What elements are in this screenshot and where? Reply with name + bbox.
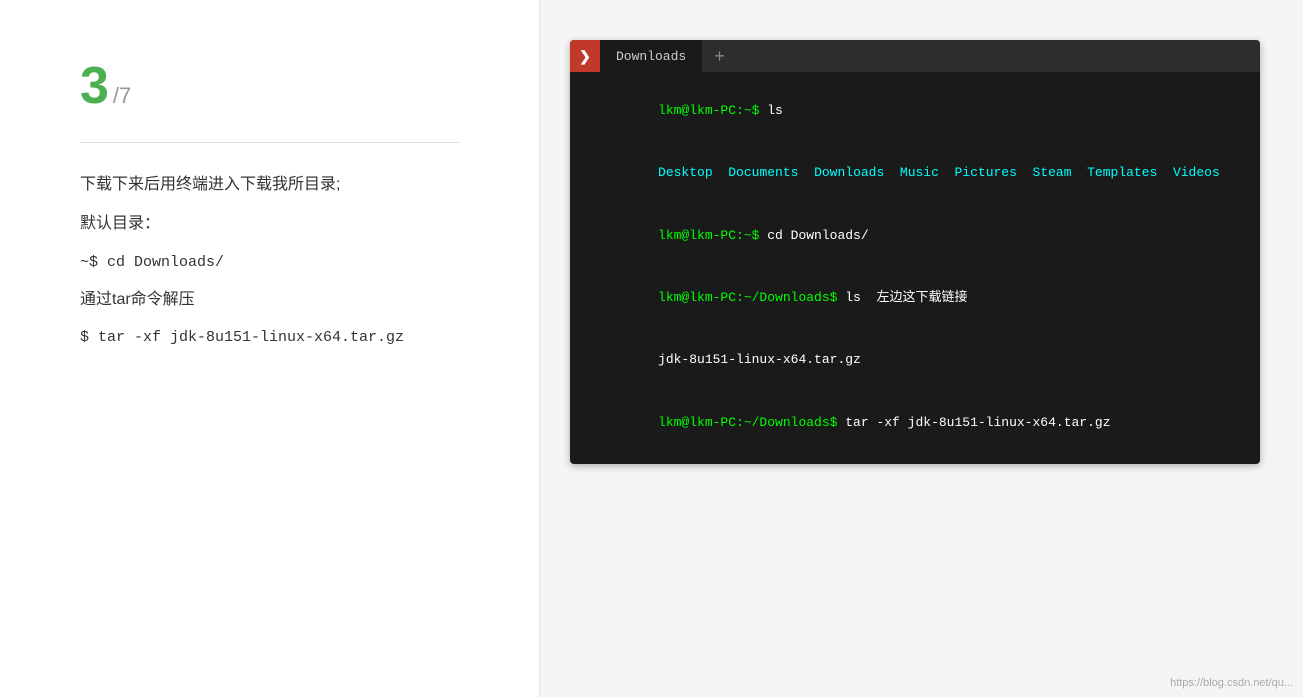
terminal-tab-label: Downloads: [616, 49, 686, 64]
terminal-line-6: lkm@lkm-PC:~/Downloads$ tar -xf jdk-8u15…: [580, 392, 1250, 454]
step-total: /7: [113, 83, 131, 109]
terminal-tab-icon: ❯: [570, 40, 600, 72]
terminal-add-tab-button[interactable]: +: [702, 40, 737, 72]
instruction-line-2: 默认目录：: [80, 210, 479, 239]
divider: [80, 142, 460, 143]
step-header: 3 /7: [80, 60, 479, 112]
plus-icon: +: [714, 46, 725, 67]
terminal-titlebar: ❯ Downloads +: [570, 40, 1260, 72]
left-panel: 3 /7 下载下来后用终端进入下载我所目录; 默认目录： ~$ cd Downl…: [0, 0, 540, 697]
terminal-line-2: Desktop Documents Downloads Music Pictur…: [580, 142, 1250, 204]
terminal-line-3: lkm@lkm-PC:~$ cd Downloads/: [580, 205, 1250, 267]
page-container: 3 /7 下载下来后用终端进入下载我所目录; 默认目录： ~$ cd Downl…: [0, 0, 1303, 697]
instruction-line-1: 下载下来后用终端进入下载我所目录;: [80, 171, 479, 200]
step-number: 3: [80, 60, 109, 112]
watermark: https://blog.csdn.net/qu...: [1170, 677, 1293, 689]
instruction-line-5: $ tar -xf jdk-8u151-linux-x64.tar.gz: [80, 324, 479, 351]
prompt-1: lkm@lkm-PC:~$: [658, 103, 759, 118]
terminal-tab[interactable]: Downloads: [600, 40, 702, 72]
terminal-window: ❯ Downloads + lkm@lkm-PC:~$ ls Desktop D…: [570, 40, 1260, 464]
terminal-line-5: jdk-8u151-linux-x64.tar.gz: [580, 330, 1250, 392]
instruction-line-4: 通过tar命令解压: [80, 286, 479, 315]
terminal-body: lkm@lkm-PC:~$ ls Desktop Documents Downl…: [570, 72, 1260, 464]
terminal-line-1: lkm@lkm-PC:~$ ls: [580, 80, 1250, 142]
instruction-line-3: ~$ cd Downloads/: [80, 249, 479, 276]
right-panel: ❯ Downloads + lkm@lkm-PC:~$ ls Desktop D…: [540, 0, 1303, 697]
terminal-icon-symbol: ❯: [579, 48, 591, 65]
terminal-line-4: lkm@lkm-PC:~/Downloads$ ls 左边这下载链接: [580, 267, 1250, 329]
